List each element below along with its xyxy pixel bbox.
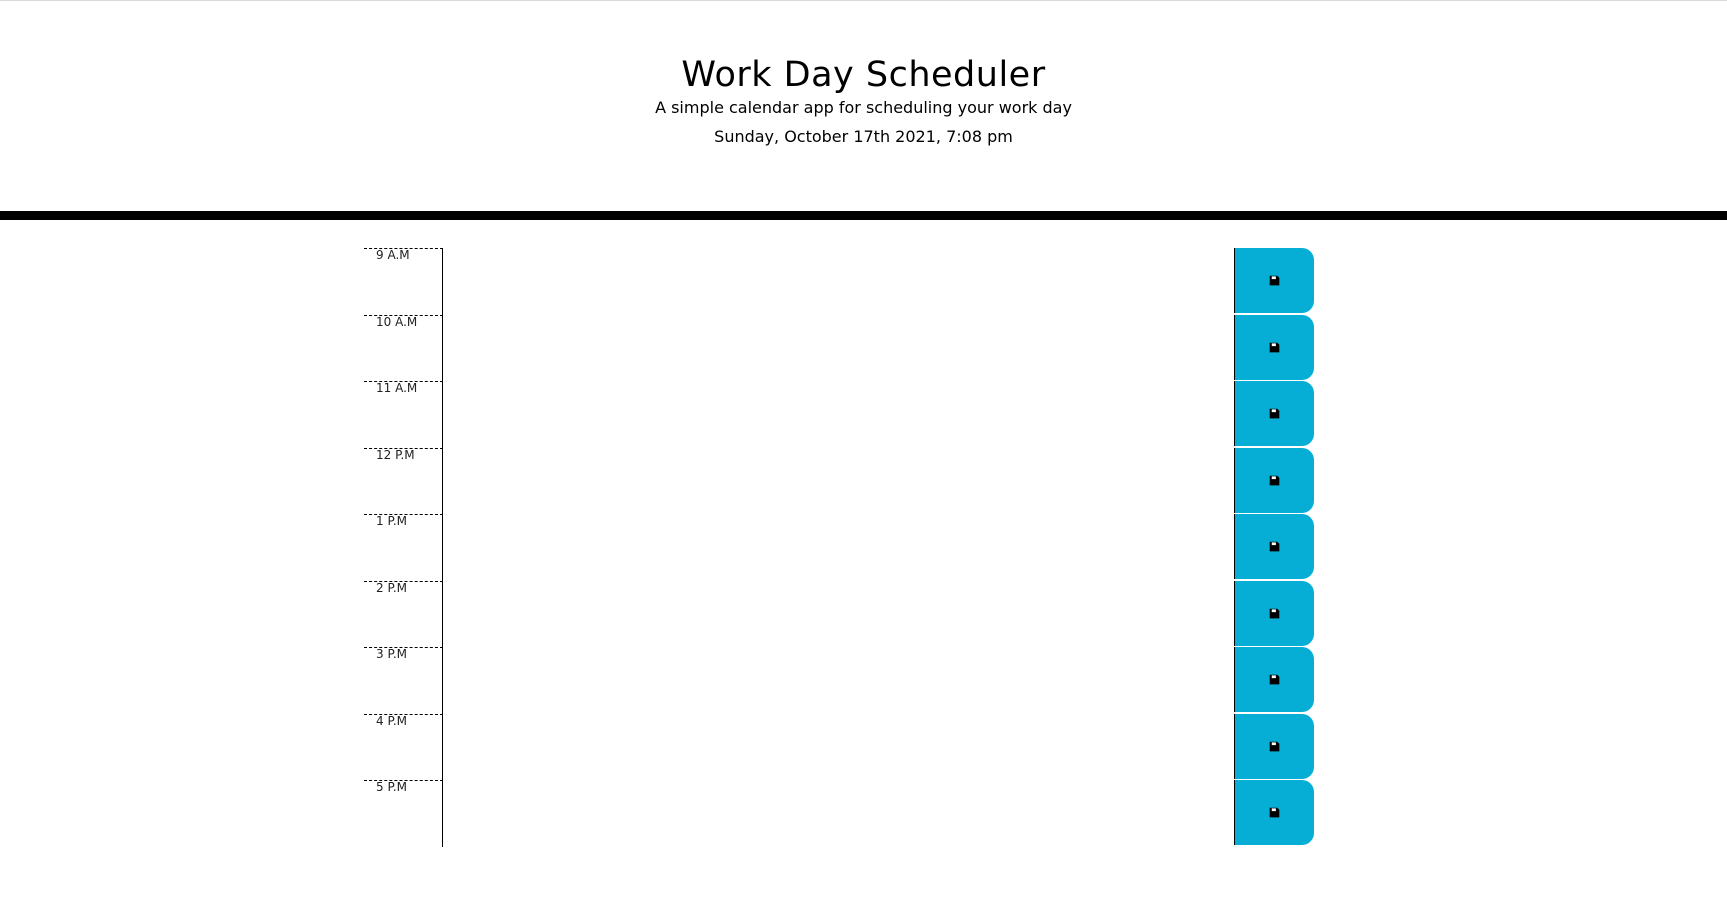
time-block-row: 2 P.M xyxy=(364,580,1314,647)
current-day: Sunday, October 17th 2021, 7:08 pm xyxy=(714,127,1013,146)
save-icon xyxy=(1269,541,1280,552)
page-title: Work Day Scheduler xyxy=(681,55,1046,95)
save-icon xyxy=(1269,608,1280,618)
event-description-input[interactable] xyxy=(443,248,1234,315)
save-button[interactable] xyxy=(1234,447,1314,513)
event-description-input[interactable] xyxy=(443,381,1234,448)
header-divider-bar xyxy=(0,211,1727,220)
header: Work Day Scheduler A simple calendar app… xyxy=(0,1,1727,211)
save-button[interactable] xyxy=(1234,647,1314,712)
time-block-row: 4 P.M xyxy=(364,713,1314,780)
hour-label: 3 P.M xyxy=(364,647,443,714)
event-description-input[interactable] xyxy=(443,514,1234,581)
save-icon xyxy=(1269,275,1280,286)
hour-label: 5 P.M xyxy=(364,780,443,847)
hour-label: 11 A.M xyxy=(364,381,443,448)
event-description-input[interactable] xyxy=(443,447,1234,514)
event-description-input[interactable] xyxy=(443,580,1234,647)
time-block-row: 3 P.M xyxy=(364,647,1314,714)
save-icon xyxy=(1269,475,1280,485)
hour-label: 4 P.M xyxy=(364,713,443,780)
save-icon xyxy=(1269,674,1280,685)
hour-label: 12 P.M xyxy=(364,447,443,514)
save-button[interactable] xyxy=(1234,580,1314,646)
save-button[interactable] xyxy=(1234,780,1314,845)
event-description-input[interactable] xyxy=(443,713,1234,780)
save-icon xyxy=(1269,408,1280,419)
save-icon xyxy=(1269,807,1280,818)
save-icon xyxy=(1269,342,1280,352)
save-button[interactable] xyxy=(1234,248,1314,313)
time-block-row: 12 P.M xyxy=(364,447,1314,514)
time-block-row: 11 A.M xyxy=(364,381,1314,448)
time-block-row: 9 A.M xyxy=(364,248,1314,315)
save-button[interactable] xyxy=(1234,314,1314,380)
hour-label: 9 A.M xyxy=(364,248,443,315)
hour-label: 1 P.M xyxy=(364,514,443,581)
scheduler-container: 9 A.M 10 A.M 11 A.M 12 P.M 1 P.M 2 P.M 3 P.M 4 … xyxy=(364,248,1314,847)
page-subtitle: A simple calendar app for scheduling you… xyxy=(655,98,1072,117)
save-button[interactable] xyxy=(1234,514,1314,579)
time-block-row: 1 P.M xyxy=(364,514,1314,581)
save-icon xyxy=(1269,741,1280,751)
save-button[interactable] xyxy=(1234,381,1314,446)
event-description-input[interactable] xyxy=(443,780,1234,847)
time-block-row: 5 P.M xyxy=(364,780,1314,847)
hour-label: 2 P.M xyxy=(364,580,443,647)
hour-label: 10 A.M xyxy=(364,314,443,381)
save-button[interactable] xyxy=(1234,713,1314,779)
event-description-input[interactable] xyxy=(443,314,1234,381)
time-block-row: 10 A.M xyxy=(364,314,1314,381)
event-description-input[interactable] xyxy=(443,647,1234,714)
